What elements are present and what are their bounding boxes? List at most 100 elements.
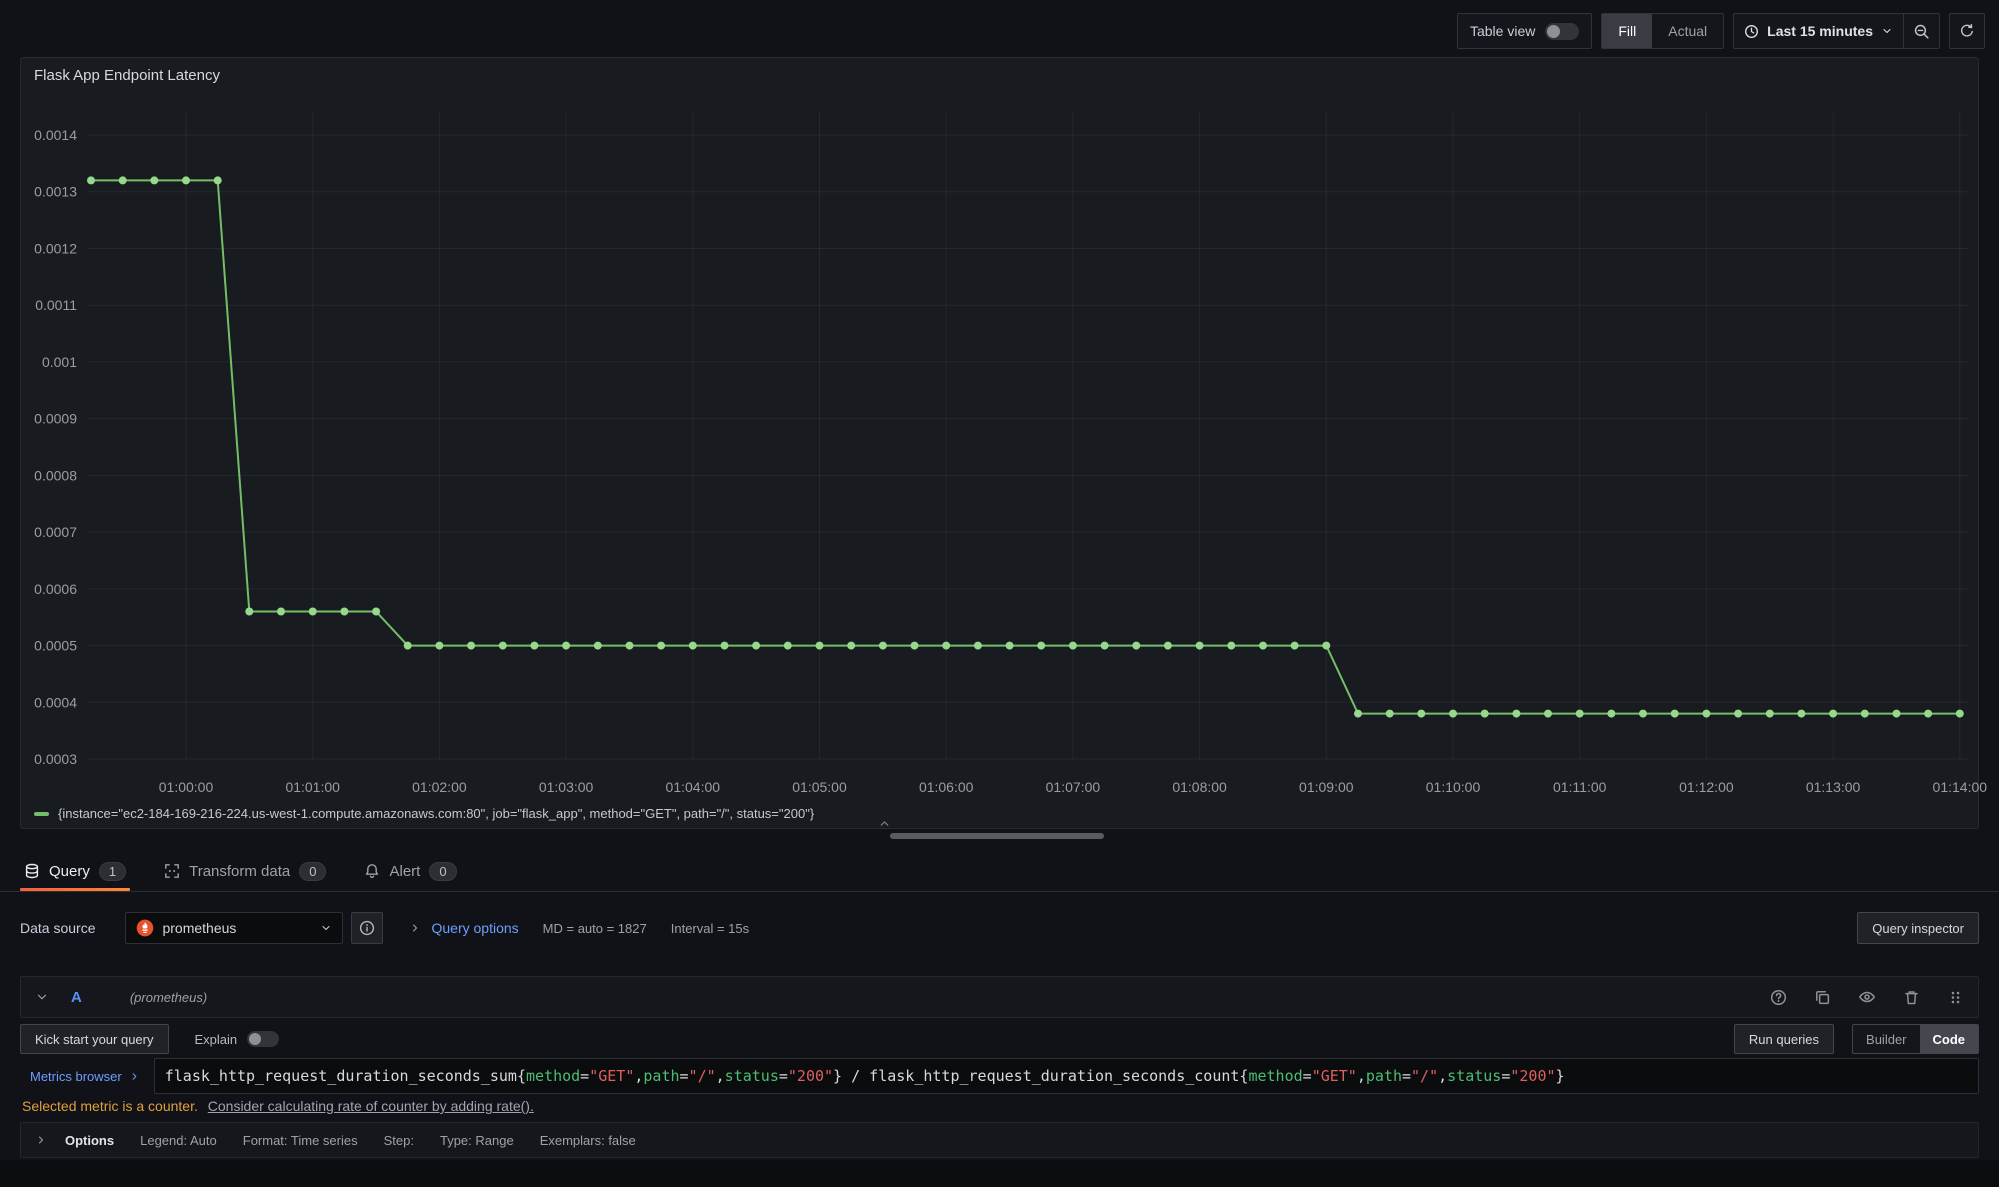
- counter-warning-text: Selected metric is a counter.: [22, 1098, 198, 1114]
- legend-series-label[interactable]: {instance="ec2-184-169-216-224.us-west-1…: [58, 806, 814, 821]
- options-type-summary: Type: Range: [440, 1133, 514, 1148]
- tab-transform-count: 0: [299, 862, 326, 881]
- svg-text:01:01:00: 01:01:00: [285, 779, 340, 795]
- options-legend-summary: Legend: Auto: [140, 1133, 217, 1148]
- delete-query-button[interactable]: [1903, 989, 1920, 1006]
- svg-text:0.0009: 0.0009: [34, 411, 77, 427]
- svg-text:01:02:00: 01:02:00: [412, 779, 467, 795]
- tab-query-count: 1: [99, 862, 126, 881]
- tab-transform-data[interactable]: Transform data 0: [160, 851, 330, 891]
- svg-text:0.0007: 0.0007: [34, 524, 77, 540]
- svg-text:01:04:00: 01:04:00: [666, 779, 721, 795]
- trash-icon: [1903, 989, 1920, 1006]
- options-step-summary: Step:: [384, 1133, 414, 1148]
- datasource-label: Data source: [20, 920, 95, 936]
- datasource-picker[interactable]: prometheus: [125, 912, 343, 944]
- svg-text:0.0014: 0.0014: [34, 127, 77, 143]
- svg-text:0.0013: 0.0013: [34, 184, 77, 200]
- svg-text:0.0005: 0.0005: [34, 638, 77, 654]
- query-inspector-button[interactable]: Query inspector: [1857, 912, 1979, 944]
- footer-strip: [0, 1160, 1999, 1187]
- eye-icon: [1858, 988, 1876, 1006]
- query-hint-row: Selected metric is a counter. Consider c…: [22, 1098, 534, 1114]
- options-exemplars-summary: Exemplars: false: [540, 1133, 636, 1148]
- code-mode-option[interactable]: Code: [1920, 1025, 1979, 1053]
- svg-text:01:11:00: 01:11:00: [1553, 779, 1607, 795]
- chevron-right-icon: [35, 1134, 47, 1146]
- refresh-button[interactable]: [1949, 13, 1985, 49]
- options-format-summary: Format: Time series: [243, 1133, 358, 1148]
- time-range-label: Last 15 minutes: [1767, 23, 1873, 39]
- explain-label: Explain: [195, 1032, 238, 1047]
- svg-text:0.0003: 0.0003: [34, 751, 77, 767]
- panel-toolbar: Table view Fill Actual Last 15 minutes: [1457, 13, 1985, 49]
- query-help-button[interactable]: [1770, 989, 1787, 1006]
- svg-text:0.0008: 0.0008: [34, 467, 77, 483]
- query-row-header[interactable]: A (prometheus): [20, 976, 1979, 1018]
- datasource-bar: Data source prometheus Query options MD …: [0, 904, 1999, 952]
- query-ref-id: A: [71, 989, 82, 1006]
- chevron-down-icon[interactable]: [35, 990, 49, 1004]
- tab-alert-count: 0: [429, 862, 456, 881]
- datasource-help-button[interactable]: [351, 912, 383, 944]
- time-picker: Last 15 minutes: [1733, 13, 1940, 49]
- fill-option[interactable]: Fill: [1602, 14, 1652, 48]
- refresh-icon: [1959, 23, 1975, 39]
- database-icon: [24, 863, 40, 879]
- duplicate-query-button[interactable]: [1814, 989, 1831, 1006]
- chevron-right-icon: [409, 922, 421, 934]
- chart-legend: {instance="ec2-184-169-216-224.us-west-1…: [34, 806, 814, 821]
- builder-mode-option[interactable]: Builder: [1853, 1025, 1919, 1053]
- info-circle-icon: [359, 920, 375, 936]
- latency-panel: Flask App Endpoint Latency 0.00140.00130…: [20, 57, 1979, 829]
- svg-text:01:00:00: 01:00:00: [159, 779, 214, 795]
- svg-text:01:08:00: 01:08:00: [1172, 779, 1227, 795]
- toggle-knob: [249, 1033, 261, 1045]
- metrics-browser-button[interactable]: Metrics browser: [20, 1058, 154, 1094]
- copy-icon: [1814, 989, 1831, 1006]
- bell-icon: [364, 863, 380, 879]
- drag-query-handle[interactable]: [1947, 989, 1964, 1006]
- table-view-label: Table view: [1470, 23, 1535, 39]
- svg-text:0.0004: 0.0004: [34, 694, 77, 710]
- svg-text:01:07:00: 01:07:00: [1046, 779, 1101, 795]
- svg-text:0.0011: 0.0011: [35, 297, 77, 313]
- add-rate-hint-link[interactable]: Consider calculating rate of counter by …: [208, 1098, 534, 1114]
- promql-code-line: flask_http_request_duration_seconds_sum{…: [165, 1067, 1565, 1085]
- svg-text:01:05:00: 01:05:00: [792, 779, 847, 795]
- metrics-browser-label: Metrics browser: [30, 1069, 122, 1084]
- actual-option[interactable]: Actual: [1652, 14, 1723, 48]
- table-view-group: Table view: [1457, 13, 1592, 49]
- datasource-name: prometheus: [162, 920, 312, 936]
- grip-dots-icon: [1947, 989, 1964, 1006]
- query-datasource-hint: (prometheus): [130, 990, 207, 1005]
- run-queries-button[interactable]: Run queries: [1734, 1024, 1834, 1054]
- toggle-knob: [1547, 25, 1560, 38]
- query-options-group: Query options MD = auto = 1827 Interval …: [409, 920, 749, 936]
- editor-mode-segmented: Builder Code: [1852, 1024, 1979, 1054]
- interval-text: Interval = 15s: [671, 921, 749, 936]
- zoom-out-icon: [1913, 23, 1930, 40]
- svg-text:0.0006: 0.0006: [34, 581, 77, 597]
- tab-alert[interactable]: Alert 0: [360, 851, 460, 891]
- table-view-toggle[interactable]: [1545, 23, 1579, 40]
- latency-chart-svg[interactable]: 0.00140.00130.00120.00110.0010.00090.000…: [21, 58, 1978, 803]
- svg-text:01:03:00: 01:03:00: [539, 779, 594, 795]
- explain-toggle[interactable]: [247, 1031, 279, 1047]
- promql-code-editor[interactable]: flask_http_request_duration_seconds_sum{…: [154, 1058, 1979, 1094]
- svg-text:01:12:00: 01:12:00: [1679, 779, 1734, 795]
- time-range-button[interactable]: Last 15 minutes: [1734, 23, 1903, 39]
- toggle-query-visibility-button[interactable]: [1858, 988, 1876, 1006]
- query-toolbar: Kick start your query Explain Run querie…: [20, 1024, 1979, 1054]
- query-options-collapsed-row[interactable]: Options Legend: Auto Format: Time series…: [20, 1122, 1979, 1158]
- query-options-link[interactable]: Query options: [431, 920, 518, 936]
- max-data-points-text: MD = auto = 1827: [543, 921, 647, 936]
- tab-query-label: Query: [49, 863, 90, 880]
- tab-transform-label: Transform data: [189, 863, 290, 880]
- splitter-collapse-chevron-icon[interactable]: [878, 817, 891, 830]
- explain-group: Explain: [195, 1031, 280, 1047]
- tab-query[interactable]: Query 1: [20, 851, 130, 891]
- kick-start-query-button[interactable]: Kick start your query: [20, 1024, 169, 1054]
- pane-resize-handle[interactable]: [890, 833, 1104, 839]
- zoom-out-button[interactable]: [1903, 14, 1939, 48]
